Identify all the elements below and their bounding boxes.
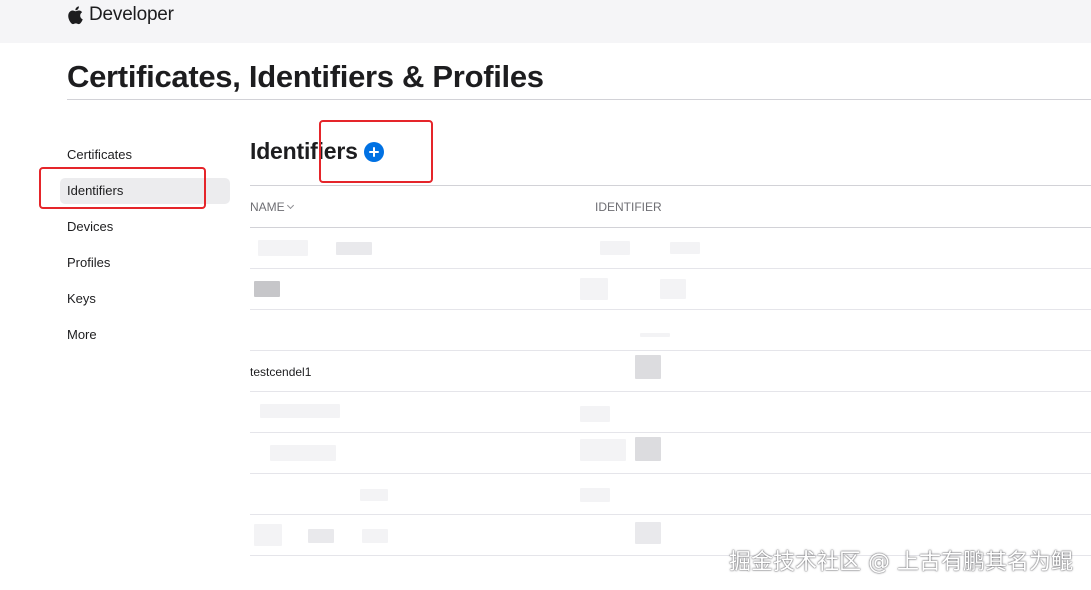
apple-icon xyxy=(68,6,83,25)
section-header: Identifiers xyxy=(250,138,384,165)
redacted-block xyxy=(640,333,670,337)
redacted-block xyxy=(270,445,336,461)
redacted-block xyxy=(260,404,340,418)
title-divider xyxy=(67,99,1091,100)
sidebar-item-identifiers[interactable]: Identifiers xyxy=(60,178,230,204)
redacted-block xyxy=(254,524,282,546)
redacted-block xyxy=(670,242,700,254)
watermark-text: 掘金技术社区 @ 上古有鹏其名为鲲 xyxy=(729,550,1073,575)
table-row[interactable] xyxy=(250,474,1091,515)
redacted-block xyxy=(362,529,388,543)
redacted-block xyxy=(360,489,388,501)
identifiers-table: NAME IDENTIFIER testcendel1 xyxy=(250,185,1091,556)
column-header-name[interactable]: NAME xyxy=(250,200,294,214)
redacted-block xyxy=(660,279,686,299)
redacted-block xyxy=(258,240,308,256)
table-row[interactable] xyxy=(250,310,1091,351)
redacted-block xyxy=(336,242,372,255)
sidebar-item-devices[interactable]: Devices xyxy=(60,214,230,240)
sidebar-item-more[interactable]: More xyxy=(60,322,230,348)
table-row[interactable] xyxy=(250,433,1091,474)
table-row[interactable]: testcendel1 xyxy=(250,351,1091,392)
sidebar-nav: Certificates Identifiers Devices Profile… xyxy=(60,142,230,358)
redacted-block xyxy=(580,439,626,461)
redacted-block xyxy=(580,278,608,300)
redacted-block xyxy=(635,522,661,544)
redacted-block xyxy=(635,437,661,461)
chevron-down-icon xyxy=(286,201,294,210)
redacted-block xyxy=(635,355,661,379)
global-nav: Developer xyxy=(0,0,1091,43)
redacted-block xyxy=(580,406,610,422)
sidebar-item-keys[interactable]: Keys xyxy=(60,286,230,312)
sidebar-item-profiles[interactable]: Profiles xyxy=(60,250,230,276)
column-header-identifier: IDENTIFIER xyxy=(595,200,662,214)
table-row[interactable] xyxy=(250,228,1091,269)
redacted-block xyxy=(308,529,334,543)
brand-label: Developer xyxy=(89,4,174,25)
redacted-block xyxy=(580,488,610,502)
sidebar-item-certificates[interactable]: Certificates xyxy=(60,142,230,168)
redacted-block xyxy=(600,241,630,255)
developer-home-link[interactable]: Developer xyxy=(67,4,174,26)
redacted-block xyxy=(254,281,280,297)
table-row[interactable] xyxy=(250,392,1091,433)
section-title: Identifiers xyxy=(250,138,358,164)
add-identifier-button[interactable] xyxy=(363,141,384,162)
row-name: testcendel1 xyxy=(250,365,312,379)
table-header: NAME IDENTIFIER xyxy=(250,185,1091,228)
page-title: Certificates, Identifiers & Profiles xyxy=(67,59,544,94)
table-row[interactable] xyxy=(250,269,1091,310)
